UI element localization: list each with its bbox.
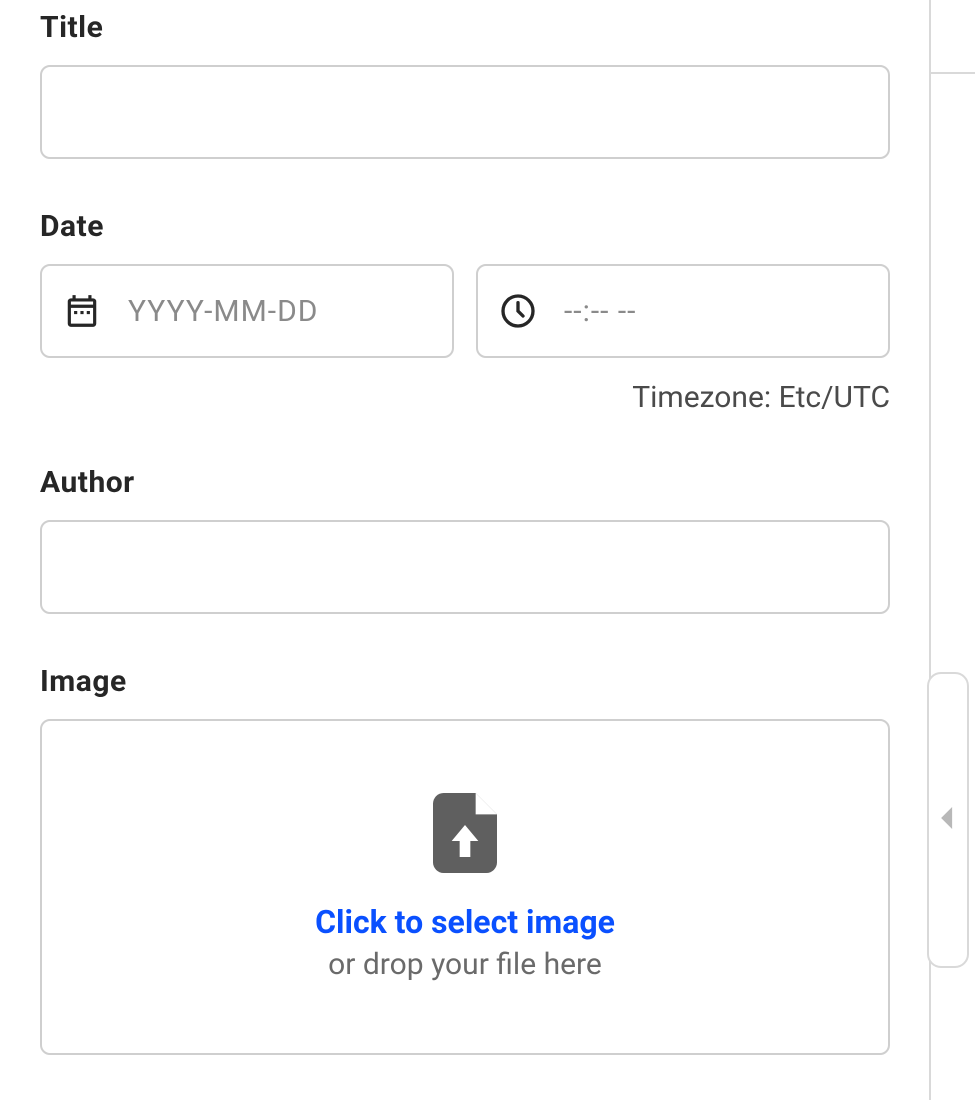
title-field: Title xyxy=(40,10,890,159)
file-upload-icon xyxy=(432,793,498,873)
title-input[interactable] xyxy=(40,65,890,159)
dropzone-primary-text: Click to select image xyxy=(315,903,615,941)
clock-icon xyxy=(498,291,538,331)
image-field: Image Click to select image or drop your… xyxy=(40,664,890,1055)
title-label: Title xyxy=(40,10,890,45)
date-label: Date xyxy=(40,209,890,244)
dropzone-secondary-text: or drop your file here xyxy=(328,947,602,982)
image-dropzone[interactable]: Click to select image or drop your file … xyxy=(40,719,890,1055)
image-label: Image xyxy=(40,664,890,699)
time-placeholder: --:-- -- xyxy=(564,294,636,329)
panel-divider-top xyxy=(931,72,975,74)
collapse-drawer-button[interactable] xyxy=(927,672,969,968)
author-input[interactable] xyxy=(40,520,890,614)
date-field: Date YYYY-MM-DD --:-- -- xyxy=(40,209,890,415)
date-placeholder: YYYY-MM-DD xyxy=(128,294,318,329)
time-input[interactable]: --:-- -- xyxy=(476,264,890,358)
chevron-left-icon xyxy=(940,807,956,833)
author-field: Author xyxy=(40,465,890,614)
form-panel: Title Date YYYY-MM-DD xyxy=(40,0,890,1055)
timezone-text: Timezone: Etc/UTC xyxy=(40,380,890,415)
date-time-row: YYYY-MM-DD --:-- -- xyxy=(40,264,890,358)
date-input[interactable]: YYYY-MM-DD xyxy=(40,264,454,358)
author-label: Author xyxy=(40,465,890,500)
calendar-icon xyxy=(62,291,102,331)
